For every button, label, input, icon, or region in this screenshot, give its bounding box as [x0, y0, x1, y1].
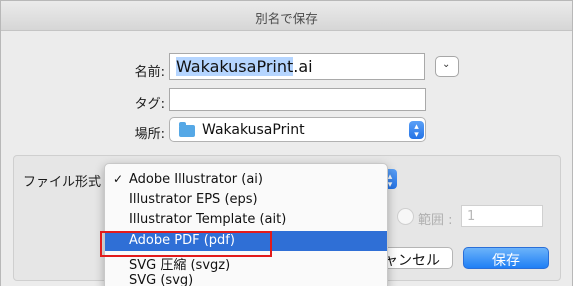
range-input[interactable]: 1 [461, 205, 543, 227]
menu-item-ait[interactable]: Illustrator Template (ait) [105, 210, 387, 230]
checkmark-icon: ✓ [113, 172, 124, 186]
filename-input[interactable]: WakakusaPrint.ai [169, 53, 425, 80]
location-label: 場所: [134, 127, 165, 142]
filename-selected-text: WakakusaPrint [176, 57, 294, 76]
chevron-down-icon: ⌄ [442, 59, 451, 70]
location-popup[interactable]: WakakusaPrint ▴ ▾ [169, 117, 426, 142]
up-down-arrows-icon: ▴ ▾ [409, 121, 424, 140]
dialog-title: 別名で保存 [255, 11, 318, 26]
expand-dialog-button[interactable]: ⌄ [435, 56, 459, 77]
menu-item-eps[interactable]: Illustrator EPS (eps) [105, 190, 387, 210]
range-value: 1 [467, 209, 476, 224]
tags-label: タグ: [134, 97, 165, 112]
range-label: 範囲 : [418, 213, 453, 228]
filename-extension: .ai [293, 57, 313, 76]
file-format-label: ファイル形式 [23, 175, 102, 190]
range-radio[interactable] [397, 208, 414, 225]
location-value: WakakusaPrint [202, 122, 305, 138]
menu-item-ai[interactable]: ✓ Adobe Illustrator (ai) [105, 170, 387, 190]
filename-value: WakakusaPrint.ai [176, 57, 313, 76]
page-bottom-strip [0, 286, 573, 294]
file-format-menu: ✓ Adobe Illustrator (ai) Illustrator EPS… [104, 163, 388, 291]
tags-input[interactable] [169, 88, 426, 111]
name-label: 名前: [134, 65, 165, 80]
highlight-outline [100, 231, 272, 257]
save-button[interactable]: 保存 [463, 247, 549, 269]
title-bar: 別名で保存 [1, 1, 572, 31]
folder-icon [179, 122, 195, 137]
save-as-dialog: 別名で保存 名前: WakakusaPrint.ai ⌄ タグ: 場所: Wak… [0, 0, 573, 294]
